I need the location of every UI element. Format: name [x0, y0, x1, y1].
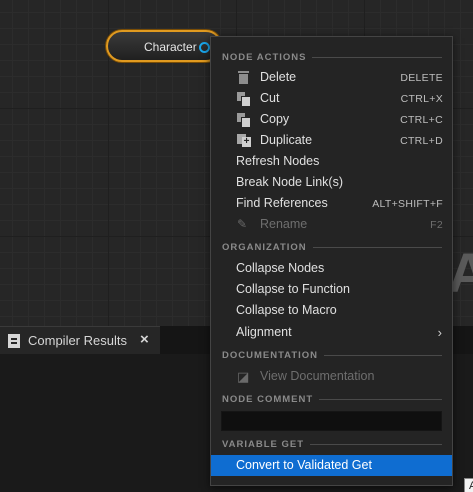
menu-item-collapse-nodes[interactable]: Collapse Nodes	[211, 258, 452, 279]
cut-icon	[237, 92, 251, 107]
compiler-log-icon	[8, 334, 20, 348]
menu-item-rename: ✎ Rename F2	[237, 217, 443, 231]
copy-icon	[237, 113, 251, 128]
context-menu: NODE ACTIONS Delete DELETE Cut CTRL+X Co…	[210, 36, 453, 486]
section-documentation: DOCUMENTATION	[222, 347, 442, 363]
menu-item-refresh-nodes[interactable]: Refresh Nodes	[211, 151, 452, 172]
partial-window-snippet: A	[464, 478, 473, 492]
tab-label: Compiler Results	[28, 333, 127, 348]
menu-item-copy[interactable]: Copy CTRL+C	[211, 109, 452, 130]
section-node-comment: NODE COMMENT	[222, 391, 442, 407]
menu-item-convert-to-validated-get[interactable]: Convert to Validated Get	[211, 455, 452, 476]
section-node-actions: NODE ACTIONS	[222, 49, 442, 65]
section-variable-get: VARIABLE GET	[222, 436, 442, 452]
character-variable-node[interactable]: Character	[106, 30, 222, 62]
rename-icon: ✎	[237, 217, 248, 231]
section-organization: ORGANIZATION	[222, 239, 442, 255]
trash-icon	[237, 71, 250, 84]
node-label: Character	[144, 40, 197, 54]
blueprint-editor: A Character Compiler Results × A NODE AC…	[0, 0, 473, 492]
menu-item-view-documentation: ◪ View Documentation	[237, 369, 375, 384]
menu-item-cut[interactable]: Cut CTRL+X	[211, 88, 452, 109]
menu-item-collapse-to-function[interactable]: Collapse to Function	[211, 279, 452, 300]
menu-item-delete[interactable]: Delete DELETE	[211, 67, 452, 88]
node-comment-input[interactable]	[221, 411, 442, 431]
chevron-right-icon: ›	[437, 325, 442, 340]
tab-compiler-results[interactable]: Compiler Results ×	[0, 326, 160, 354]
output-pin-icon[interactable]	[199, 42, 210, 53]
menu-item-find-references[interactable]: Find References ALT+SHIFT+F	[211, 193, 452, 214]
menu-item-duplicate[interactable]: Duplicate CTRL+D	[211, 130, 452, 151]
documentation-icon: ◪	[237, 369, 250, 384]
menu-item-break-node-links[interactable]: Break Node Link(s)	[211, 172, 452, 193]
menu-item-alignment[interactable]: Alignment ›	[211, 322, 452, 343]
close-icon[interactable]: ×	[140, 331, 149, 348]
menu-item-collapse-to-macro[interactable]: Collapse to Macro	[211, 300, 452, 321]
duplicate-icon	[237, 134, 251, 147]
